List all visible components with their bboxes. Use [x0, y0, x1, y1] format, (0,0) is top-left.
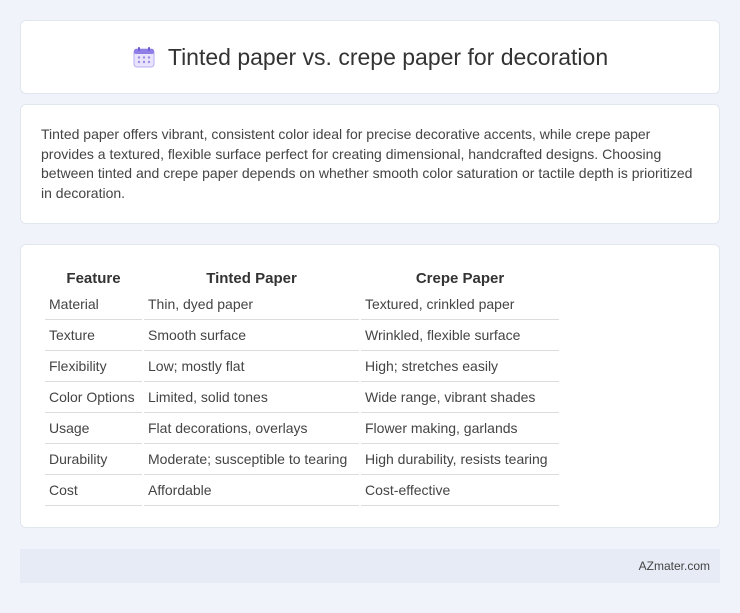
comparison-table: Feature Tinted Paper Crepe Paper Materia…: [43, 265, 561, 506]
tinted-cell: Moderate; susceptible to tearing: [144, 444, 359, 475]
feature-cell: Color Options: [45, 382, 142, 413]
tinted-cell: Flat decorations, overlays: [144, 413, 359, 444]
summary-text: Tinted paper offers vibrant, consistent …: [41, 126, 693, 201]
table-header-row: Feature Tinted Paper Crepe Paper: [45, 265, 559, 289]
table-row: Material Thin, dyed paper Textured, crin…: [45, 289, 559, 320]
header-tinted-paper: Tinted Paper: [206, 269, 297, 287]
footer-brand: AZmater.com: [638, 559, 710, 573]
table-row: Durability Moderate; susceptible to tear…: [45, 444, 559, 475]
footer: AZmater.com: [20, 549, 720, 583]
crepe-cell: High durability, resists tearing: [361, 444, 559, 475]
feature-cell: Flexibility: [45, 351, 142, 382]
tinted-cell: Thin, dyed paper: [144, 289, 359, 320]
crepe-cell: High; stretches easily: [361, 351, 559, 382]
summary-card: Tinted paper offers vibrant, consistent …: [20, 104, 720, 224]
title-card: Tinted paper vs. crepe paper for decorat…: [20, 20, 720, 94]
page-title: Tinted paper vs. crepe paper for decorat…: [167, 43, 609, 70]
feature-cell: Cost: [45, 475, 142, 506]
feature-cell: Texture: [45, 320, 142, 351]
table-row: Texture Smooth surface Wrinkled, flexibl…: [45, 320, 559, 351]
feature-cell: Durability: [45, 444, 142, 475]
comparison-table-card: Feature Tinted Paper Crepe Paper Materia…: [20, 244, 720, 528]
header-feature: Feature: [66, 269, 121, 287]
feature-cell: Material: [45, 289, 142, 320]
tinted-cell: Smooth surface: [144, 320, 359, 351]
tinted-cell: Affordable: [144, 475, 359, 506]
crepe-cell: Wide range, vibrant shades: [361, 382, 559, 413]
crepe-cell: Cost-effective: [361, 475, 559, 506]
table-row: Color Options Limited, solid tones Wide …: [45, 382, 559, 413]
table-row: Flexibility Low; mostly flat High; stret…: [45, 351, 559, 382]
crepe-cell: Textured, crinkled paper: [361, 289, 559, 320]
feature-cell: Usage: [45, 413, 142, 444]
crepe-cell: Wrinkled, flexible surface: [361, 320, 559, 351]
table-row: Cost Affordable Cost-effective: [45, 475, 559, 506]
table-row: Usage Flat decorations, overlays Flower …: [45, 413, 559, 444]
crepe-cell: Flower making, garlands: [361, 413, 559, 444]
tinted-cell: Low; mostly flat: [144, 351, 359, 382]
calendar-icon: [132, 45, 156, 69]
tinted-cell: Limited, solid tones: [144, 382, 359, 413]
header-crepe-paper: Crepe Paper: [415, 269, 505, 287]
